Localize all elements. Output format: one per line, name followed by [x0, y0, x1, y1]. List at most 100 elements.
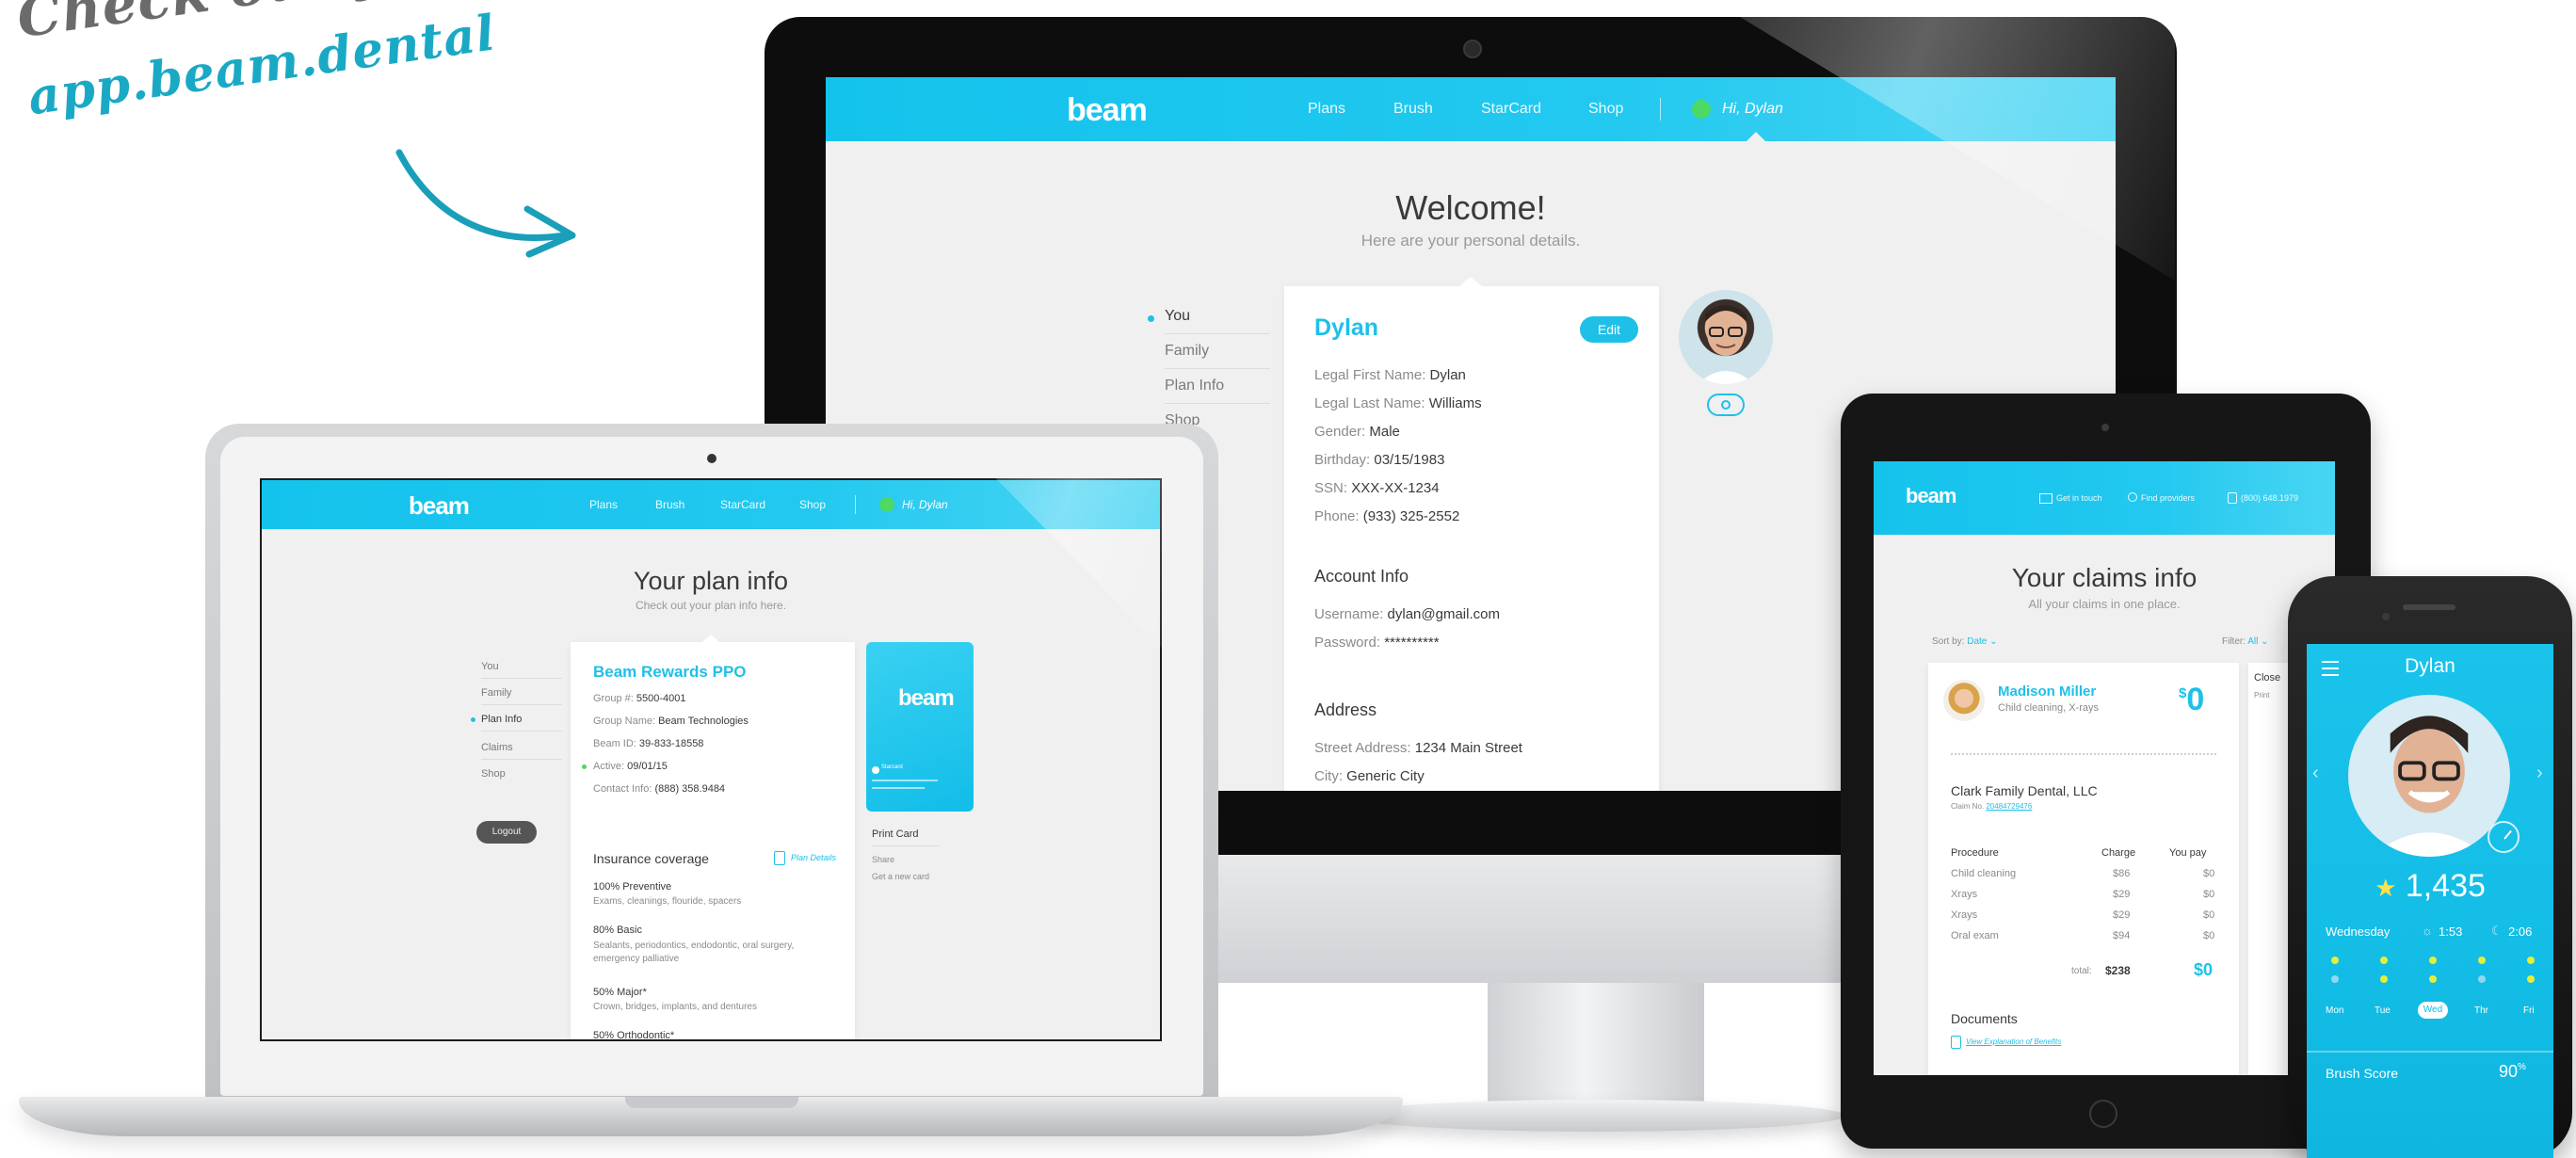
chevron-right-icon[interactable]: › — [2536, 763, 2543, 784]
sidebar-item-claims[interactable]: Claims — [481, 742, 513, 753]
coverage-item-title: 80% Basic — [593, 925, 642, 936]
sidebar-item-family[interactable]: Family — [1165, 343, 1209, 360]
profile-name: Dylan — [1314, 314, 1379, 341]
field-password: Password: ********** — [1314, 635, 1440, 651]
field-label: Password: — [1314, 635, 1381, 651]
score-display: ★ 1,435 — [2307, 868, 2553, 905]
coverage-item-title: 50% Major* — [593, 987, 647, 998]
nav-brush[interactable]: Brush — [655, 498, 684, 511]
starcard[interactable]: beam Starcard — [866, 642, 974, 812]
documents-heading: Documents — [1951, 1011, 2018, 1026]
peek-print[interactable]: Print — [2254, 691, 2269, 700]
score-value: 1,435 — [2405, 868, 2486, 904]
new-card-link[interactable]: Get a new card — [872, 872, 929, 881]
coverage-item-title: 100% Preventive — [593, 881, 672, 893]
row-charge: $86 — [2113, 868, 2131, 879]
logout-button[interactable]: Logout — [476, 821, 537, 844]
field-value: 39-833-18558 — [638, 738, 704, 749]
sidebar-item-you[interactable]: You — [481, 661, 499, 672]
total-charge: $238 — [2105, 964, 2131, 977]
field-gender: Gender: Male — [1314, 424, 1400, 440]
document-icon — [1951, 1036, 1961, 1049]
avatar-face-icon — [2371, 716, 2487, 857]
timer-icon[interactable] — [2487, 821, 2520, 853]
sun-icon: ☼ — [2422, 924, 2433, 938]
avatar[interactable] — [2348, 695, 2510, 857]
tablet-home-button[interactable] — [2089, 1100, 2117, 1128]
col-charge: Charge — [2101, 847, 2136, 859]
document-icon[interactable] — [774, 851, 785, 865]
nav-greeting[interactable]: Hi, Dylan — [902, 498, 948, 511]
field-value: 5500-4001 — [636, 693, 686, 704]
sidebar-item-plan-info[interactable]: Plan Info — [1165, 378, 1224, 394]
nav-greeting[interactable]: Hi, Dylan — [1722, 101, 1783, 118]
sidebar-item-you[interactable]: You — [1165, 308, 1190, 325]
laptop-screen: beam Plans Brush StarCard Shop Hi, Dylan… — [260, 478, 1162, 1041]
brush-dot — [2478, 957, 2486, 964]
print-card-link[interactable]: Print Card — [872, 828, 919, 840]
edit-button[interactable]: Edit — [1580, 316, 1638, 343]
field-phone: Phone: (933) 325-2552 — [1314, 508, 1459, 524]
nav-plans[interactable]: Plans — [1308, 101, 1345, 118]
card-text-line — [872, 787, 925, 789]
coverage-item-desc: Crown, bridges, implants, and dentures — [593, 1002, 757, 1012]
avatar[interactable] — [1679, 290, 1773, 384]
chevron-left-icon[interactable]: ‹ — [2312, 763, 2319, 784]
nav-plans[interactable]: Plans — [589, 498, 618, 511]
field-value: 1234 Main Street — [1414, 740, 1522, 756]
sidebar-divider — [481, 731, 562, 732]
brush-dot — [2429, 975, 2437, 983]
nav-find-providers[interactable]: Find providers — [2141, 493, 2195, 503]
sidebar-item-family[interactable]: Family — [481, 687, 511, 699]
nav-shop[interactable]: Shop — [1588, 101, 1623, 118]
nav-starcard[interactable]: StarCard — [720, 498, 765, 511]
plan-details-link[interactable]: Plan Details — [791, 853, 836, 862]
sidebar-divider — [1165, 403, 1270, 404]
nav-brush[interactable]: Brush — [1393, 101, 1433, 118]
sidebar-divider — [481, 759, 562, 760]
weekday-mon[interactable]: Mon — [2326, 1005, 2343, 1016]
star-icon: ★ — [2375, 874, 2397, 902]
beam-logo[interactable]: beam — [1906, 484, 1956, 508]
sidebar-item-shop[interactable]: Shop — [481, 768, 506, 780]
field-label: Street Address: — [1314, 740, 1411, 756]
patient-name: Madison Miller — [1998, 684, 2097, 700]
row-pay: $0 — [2203, 909, 2215, 921]
beam-logo[interactable]: beam — [409, 491, 470, 521]
brush-dot — [2478, 975, 2486, 983]
weekday-fri[interactable]: Fri — [2523, 1005, 2535, 1016]
sort-control[interactable]: Sort by: Date ⌄ — [1932, 636, 1998, 647]
field-label: City: — [1314, 768, 1343, 784]
coverage-item-desc: Exams, cleanings, flouride, spacers — [593, 896, 742, 907]
nav-divider — [1660, 98, 1661, 121]
weekday-thr[interactable]: Thr — [2474, 1005, 2488, 1016]
peek-close[interactable]: Close — [2254, 672, 2280, 684]
nav-get-in-touch[interactable]: Get in touch — [2056, 493, 2102, 503]
claim-number-link[interactable]: 20484729476 — [1986, 802, 2032, 811]
nav-phone-number[interactable]: (800) 648.1979 — [2241, 493, 2298, 503]
plan-card: Beam Rewards PPO Group #: 5500-4001 Grou… — [571, 635, 855, 1039]
currency-symbol: $ — [2179, 685, 2187, 701]
card-pointer — [1459, 277, 1482, 286]
explanation-link[interactable]: View Explanation of Benefits — [1966, 1037, 2061, 1046]
page-title: Welcome! — [1395, 188, 1546, 227]
weekday-tue[interactable]: Tue — [2375, 1005, 2391, 1016]
row-charge: $29 — [2113, 909, 2131, 921]
beam-logo[interactable]: beam — [1067, 92, 1148, 129]
weekday-wed-selected[interactable]: Wed — [2418, 1002, 2448, 1019]
detail-group-number: Group #: 5500-4001 — [593, 693, 685, 704]
camera-icon[interactable] — [1707, 394, 1745, 416]
laptop-nav-bar: beam Plans Brush StarCard Shop Hi, Dylan — [262, 480, 1160, 529]
filter-control[interactable]: Filter: All ⌄ — [2222, 636, 2269, 647]
share-link[interactable]: Share — [872, 855, 894, 864]
personal-details-card: Dylan Edit Legal First Name: Dylan Legal… — [1284, 277, 1659, 791]
amount-value: 0 — [2186, 682, 2205, 717]
phone-speaker — [2403, 604, 2455, 610]
row-procedure: Child cleaning — [1951, 868, 2017, 879]
nav-shop[interactable]: Shop — [799, 498, 826, 511]
check-icon — [1692, 100, 1711, 119]
sidebar-item-plan-info[interactable]: Plan Info — [481, 714, 522, 725]
field-city: City: Generic City — [1314, 768, 1425, 784]
field-label: Group Name: — [593, 716, 656, 727]
nav-starcard[interactable]: StarCard — [1481, 101, 1541, 118]
